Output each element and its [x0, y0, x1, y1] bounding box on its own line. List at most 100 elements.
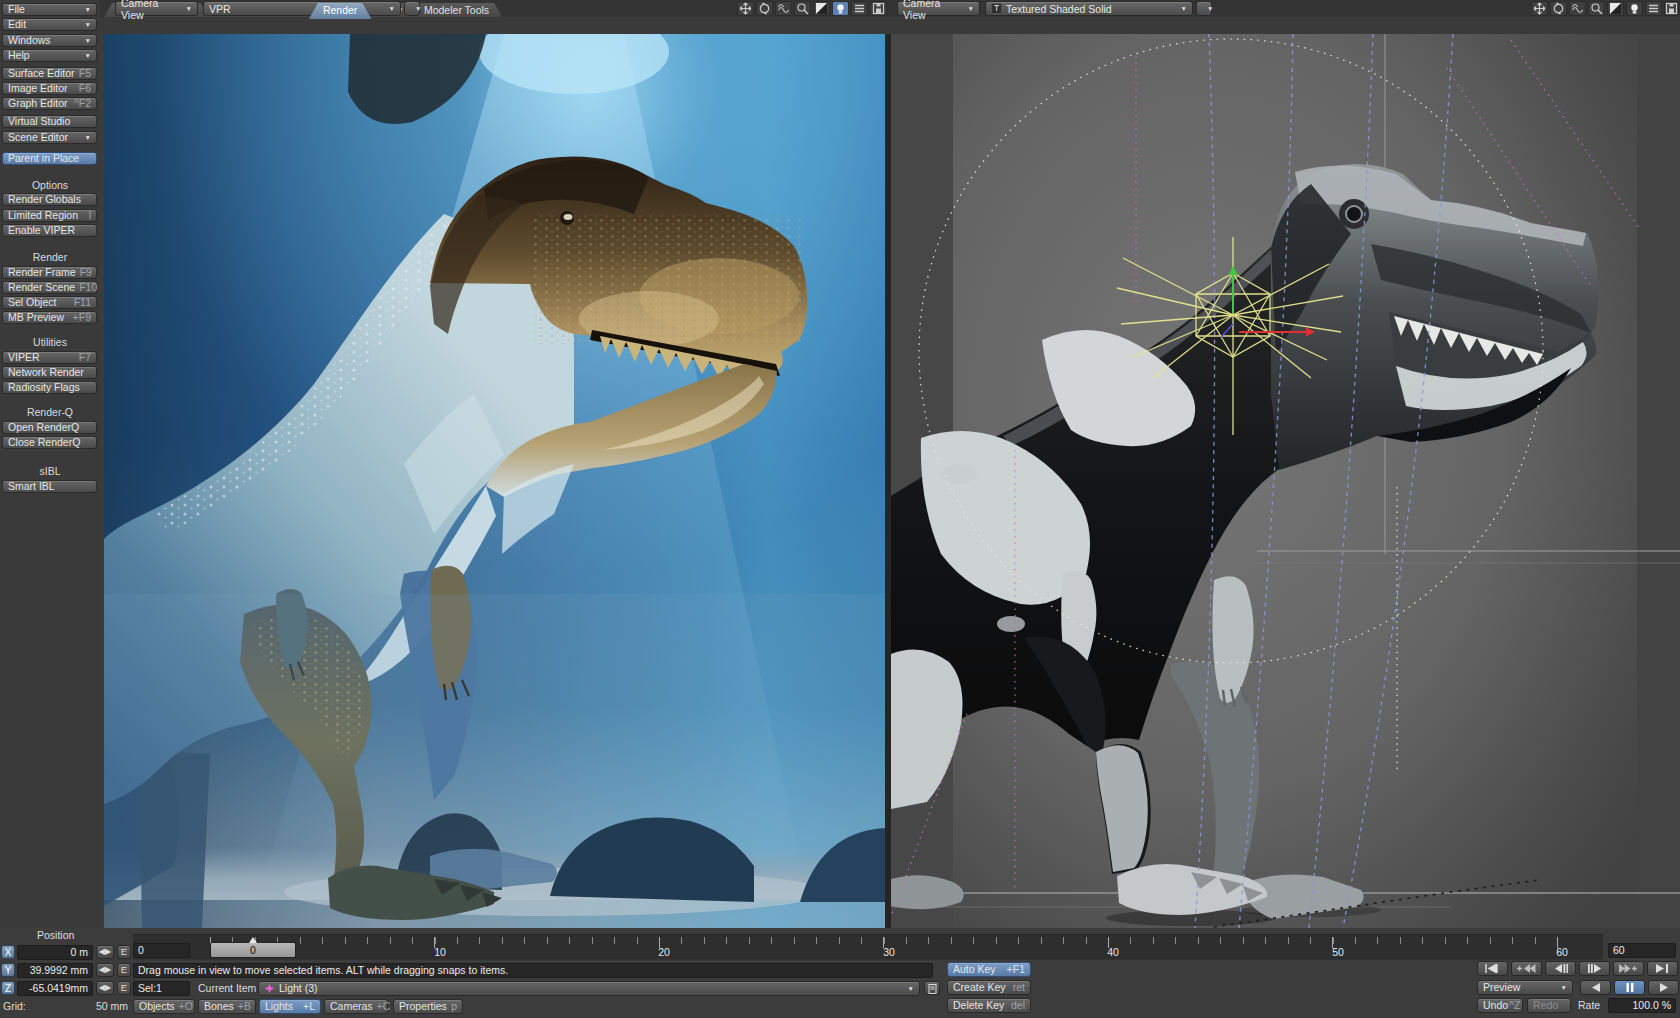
timeline-slider-handle[interactable]: 0 [210, 942, 296, 958]
chevron-down-icon: ▼ [85, 19, 91, 30]
sidebar-item-render-scene[interactable]: Render SceneF10 [2, 281, 97, 294]
sidebar-item-network-render[interactable]: Network Render [2, 366, 97, 379]
x-envelope-button[interactable]: E [117, 945, 131, 959]
sidebar-item-limited-region[interactable]: Limited Regionl [2, 209, 97, 222]
sidebar-item-open-renderq[interactable]: Open RenderQ [2, 421, 97, 434]
current-item-dropdown[interactable]: Light (3)▼ [258, 981, 920, 996]
save-view-icon[interactable] [1664, 1, 1679, 16]
sidebar-item-mb-preview[interactable]: MB Preview+F9 [2, 311, 97, 324]
auto-key-button[interactable]: Auto Key+F1 [947, 962, 1031, 977]
frame-mark: 10 [420, 946, 460, 958]
textured-badge-icon: T [991, 3, 1002, 14]
next-key-button[interactable] [1613, 961, 1644, 976]
sidebar-item-surface-editor[interactable]: Surface EditorF5 [2, 67, 97, 80]
save-view-icon[interactable] [870, 1, 887, 16]
left-viewport-menu-button[interactable]: ▼ [404, 1, 420, 16]
sidebar-item-close-renderq[interactable]: Close RenderQ [2, 436, 97, 449]
properties-button[interactable]: Propertiesp [393, 999, 463, 1014]
play-button[interactable] [1648, 980, 1679, 995]
sidebar-item-enable-viper[interactable]: Enable VIPER [2, 224, 97, 237]
cameras-button[interactable]: Cameras+C [324, 999, 388, 1014]
sidebar-item-virtual-studio[interactable]: Virtual Studio [2, 115, 97, 128]
pan-icon[interactable] [737, 1, 754, 16]
rotate-icon[interactable] [756, 1, 773, 16]
menu-file[interactable]: File▼ [2, 3, 97, 16]
grid-label: Grid: [3, 1000, 26, 1013]
y-envelope-button[interactable]: E [117, 963, 131, 977]
z-axis-button[interactable]: Z [1, 981, 15, 995]
right-viewport-menu-button[interactable]: ▼ [1196, 1, 1212, 16]
menu-edit[interactable]: Edit▼ [2, 18, 97, 31]
viewport-list-icon[interactable] [1645, 1, 1662, 16]
lights-button[interactable]: Lights+L [259, 999, 321, 1014]
sidebar-item-parent-in-place[interactable]: Parent in Place [2, 152, 97, 165]
chevron-down-icon: ▼ [85, 50, 91, 61]
viewport-list-icon[interactable] [851, 1, 868, 16]
prev-key-button[interactable] [1511, 961, 1542, 976]
y-value-field[interactable]: 39.9992 mm [17, 963, 93, 978]
step-back-button[interactable] [1545, 961, 1576, 976]
bones-button[interactable]: Bones+B [198, 999, 256, 1014]
step-forward-button[interactable] [1579, 961, 1610, 976]
sidebar-item-image-editor[interactable]: Image EditorF6 [2, 82, 97, 95]
left-view-type-dropdown[interactable]: Camera View▼ [115, 1, 198, 16]
pan-icon[interactable] [1531, 1, 1548, 16]
sidebar-item-scene-editor[interactable]: Scene Editor▼ [2, 131, 97, 144]
x-value-field[interactable]: 0 m [17, 945, 93, 960]
sidebar-item-render-globals[interactable]: Render Globals [2, 193, 97, 206]
last-frame-field[interactable]: 60 [1608, 943, 1676, 958]
chevron-down-icon: ▼ [1561, 982, 1567, 993]
delete-key-button[interactable]: Delete Keydel [947, 998, 1031, 1013]
maximize-viewport-icon[interactable] [813, 1, 830, 16]
rotate-icon[interactable] [1550, 1, 1567, 16]
go-to-start-button[interactable] [1477, 961, 1508, 976]
sidebar-item-graph-editor[interactable]: Graph Editor^F2 [2, 97, 97, 110]
frame-mark: 60 [1542, 946, 1582, 958]
right-view-type-dropdown[interactable]: Camera View▼ [897, 1, 980, 16]
preview-dropdown[interactable]: Preview▼ [1477, 980, 1573, 995]
item-properties-button[interactable] [924, 981, 940, 995]
go-to-end-button[interactable] [1647, 961, 1678, 976]
magnify-icon[interactable] [794, 1, 811, 16]
x-nudge-button[interactable]: ◀▶ [96, 945, 114, 959]
right-render-mode-dropdown[interactable]: TTextured Shaded Solid▼ [985, 1, 1193, 16]
opengl-viewport[interactable] [891, 34, 1680, 928]
tab-render[interactable]: Render [309, 3, 371, 19]
sidebar-item-render-frame[interactable]: Render FrameF9 [2, 266, 97, 279]
z-nudge-button[interactable]: ◀▶ [96, 981, 114, 995]
sidebar-item-sel-object[interactable]: Sel ObjectF11 [2, 296, 97, 309]
timeline-ruler[interactable]: 10 20 30 40 50 60 [133, 934, 1603, 960]
chevron-down-icon: ▼ [1175, 3, 1187, 15]
rate-label: Rate [1578, 999, 1600, 1012]
left-render-mode-dropdown[interactable]: VPR▼ [203, 1, 401, 16]
menu-windows[interactable]: Windows▼ [2, 34, 97, 47]
zoom-drag-icon[interactable] [775, 1, 792, 16]
chevron-down-icon: ▼ [908, 983, 914, 994]
lightwave-layout-window: File▼ Edit▼ Windows▼ Help▼ Surface Edito… [0, 0, 1680, 1018]
sidebar-item-radiosity-flags[interactable]: Radiosity Flags [2, 381, 97, 394]
light-item-icon [264, 984, 275, 993]
render-preview-icon[interactable] [1626, 1, 1643, 16]
menu-help[interactable]: Help▼ [2, 49, 97, 62]
y-axis-button[interactable]: Y [1, 963, 15, 977]
z-value-field[interactable]: -65.0419mm [17, 981, 93, 996]
undo-button[interactable]: Undo^Z [1477, 998, 1523, 1013]
sidebar-item-smart-ibl[interactable]: Smart IBL [2, 480, 97, 493]
z-envelope-button[interactable]: E [117, 981, 131, 995]
rate-field[interactable]: 100.0 % [1608, 998, 1676, 1013]
y-nudge-button[interactable]: ◀▶ [96, 963, 114, 977]
maximize-viewport-icon[interactable] [1607, 1, 1624, 16]
vpr-viewport[interactable] [104, 34, 885, 928]
objects-button[interactable]: Objects+O [133, 999, 195, 1014]
pause-button[interactable] [1614, 980, 1645, 995]
render-preview-icon[interactable] [832, 1, 849, 16]
frame-mark: 30 [869, 946, 909, 958]
sidebar-item-viper[interactable]: VIPERF7 [2, 351, 97, 364]
zoom-drag-icon[interactable] [1569, 1, 1586, 16]
play-reverse-button[interactable] [1580, 980, 1611, 995]
magnify-icon[interactable] [1588, 1, 1605, 16]
first-frame-field[interactable]: 0 [133, 943, 190, 958]
create-key-button[interactable]: Create Keyret [947, 980, 1031, 995]
x-axis-button[interactable]: X [1, 945, 15, 959]
redo-button[interactable]: Redo [1527, 998, 1571, 1013]
